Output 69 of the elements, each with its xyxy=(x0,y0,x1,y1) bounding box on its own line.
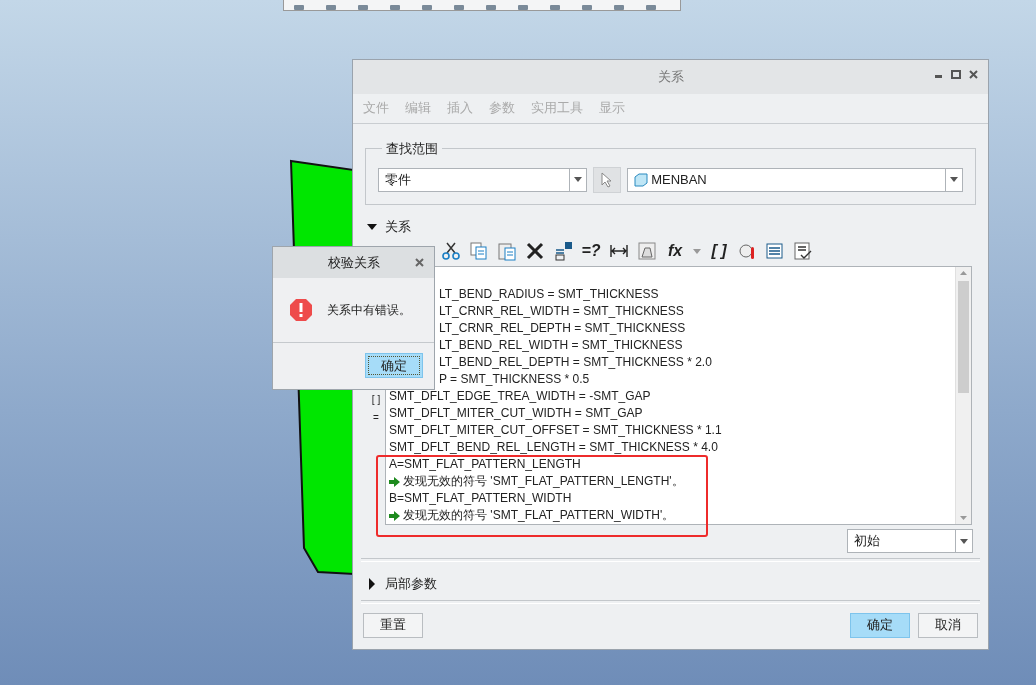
relation-line: P = SMT_THICKNESS * 0.5 xyxy=(439,371,590,389)
close-icon[interactable] xyxy=(969,70,978,79)
section-heading: 关系 xyxy=(385,218,411,237)
relation-line: B=SMT_FLAT_PATTERN_WIDTH xyxy=(389,490,572,508)
toolbar-icon[interactable] xyxy=(326,5,336,10)
section-heading: 局部参数 xyxy=(385,575,437,594)
gutter-symbol[interactable]: [ ] xyxy=(371,394,381,406)
toolbar-glyph[interactable]: =? xyxy=(581,242,601,261)
relation-line: LT_BEND_REL_WIDTH = SMT_THICKNESS xyxy=(439,337,683,355)
model-dropdown[interactable]: MENBAN xyxy=(627,167,963,192)
scrollbar[interactable] xyxy=(955,267,971,525)
error-message: 发现无效的符号 'SMT_FLAT_PATTERN_LENGTH'。 xyxy=(403,473,684,491)
select-button[interactable] xyxy=(593,166,622,193)
error-message: 发现无效的符号 'SMT_FLAT_PATTERN_WIDTH'。 xyxy=(403,507,675,525)
dimension-values-icon[interactable] xyxy=(553,241,573,262)
caret-icon xyxy=(960,538,968,544)
toolbar-icon[interactable] xyxy=(646,5,656,10)
group-label: 查找范围 xyxy=(382,139,442,158)
toolbar-icon[interactable] xyxy=(582,5,592,10)
model-name: MENBAN xyxy=(651,172,707,187)
cursor-icon xyxy=(601,171,614,188)
caret-icon xyxy=(574,177,583,182)
dialog-title: 校验关系 xyxy=(327,253,380,272)
close-icon[interactable] xyxy=(415,258,424,267)
relation-line: LT_BEND_RADIUS = SMT_THICKNESS xyxy=(439,286,659,304)
view-dropdown[interactable]: 初始 xyxy=(847,529,973,554)
toolbar-glyph[interactable]: [ ] xyxy=(709,242,729,261)
caret-icon xyxy=(950,177,958,182)
relation-line: SMT_DFLT_MITER_CUT_WIDTH = SMT_GAP xyxy=(389,405,643,423)
delete-icon[interactable] xyxy=(525,241,545,262)
gutter-symbol[interactable]: = xyxy=(373,412,379,424)
relation-line: SMT_DFLT_MITER_CUT_OFFSET = SMT_THICKNESS * 1.1 xyxy=(389,422,722,440)
toolbar-icon[interactable] xyxy=(358,5,368,10)
relation-line: LT_BEND_REL_DEPTH = SMT_THICKNESS * 2.0 xyxy=(439,354,712,372)
window-title: 关系 xyxy=(657,67,684,86)
dialog-button[interactable]: 重置 xyxy=(363,612,423,638)
error-icon xyxy=(289,298,313,322)
mass-properties-icon[interactable] xyxy=(637,241,657,262)
paste-icon[interactable] xyxy=(497,241,517,262)
expand-triangle-icon[interactable] xyxy=(367,578,377,591)
toolbar-icon[interactable] xyxy=(614,5,624,10)
arrow-right-icon xyxy=(389,510,400,521)
maximize-icon[interactable] xyxy=(951,70,961,79)
caret-icon[interactable] xyxy=(693,248,701,254)
ok-button[interactable]: 确定 xyxy=(365,353,423,378)
dialog-button[interactable]: 确定 xyxy=(850,612,910,638)
error-message: 关系中有错误。 xyxy=(327,301,411,319)
dialog-button[interactable]: 取消 xyxy=(918,612,978,638)
relation-line: SMT_DFLT_BEND_REL_LENGTH = SMT_THICKNESS * 4.0 xyxy=(389,439,718,457)
relation-line: LT_CRNR_REL_DEPTH = SMT_THICKNESS xyxy=(439,320,686,338)
toolbar-icon[interactable] xyxy=(294,5,304,10)
arrow-right-icon xyxy=(389,476,400,487)
type-dropdown[interactable]: 零件 xyxy=(378,167,588,192)
toolbar-icon[interactable] xyxy=(454,5,464,10)
relation-line: A=SMT_FLAT_PATTERN_LENGTH xyxy=(389,456,581,474)
scissors-icon[interactable] xyxy=(441,241,461,262)
stopwatch-icon[interactable] xyxy=(737,241,757,262)
toolbar-icon[interactable] xyxy=(550,5,560,10)
toolbar-glyph[interactable]: fx xyxy=(665,242,685,261)
toolbar-icon[interactable] xyxy=(422,5,432,10)
relation-line: LT_CRNR_REL_WIDTH = SMT_THICKNESS xyxy=(439,303,684,321)
cube-icon xyxy=(634,172,649,187)
toolbar-icon[interactable] xyxy=(390,5,400,10)
toolbar-icon[interactable] xyxy=(518,5,528,10)
toolbar-icon[interactable] xyxy=(486,5,496,10)
checklist-icon[interactable] xyxy=(793,241,813,262)
copy-icon[interactable] xyxy=(469,241,489,262)
relation-line: SMT_DFLT_EDGE_TREA_WIDTH = -SMT_GAP xyxy=(389,388,651,406)
list-icon[interactable] xyxy=(765,241,785,262)
